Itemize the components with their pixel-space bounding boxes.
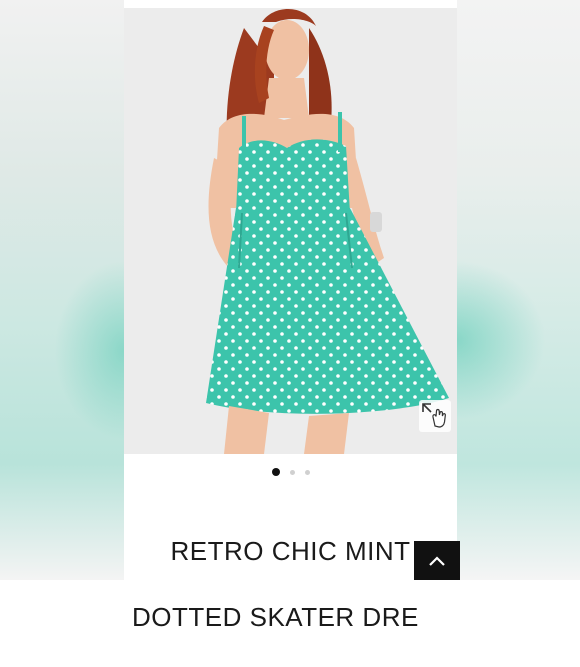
carousel-indicator — [124, 467, 457, 477]
product-title: RETRO CHIC MINT DOTTED SKATER DRE — [124, 502, 457, 667]
blurred-backdrop-left — [0, 0, 124, 580]
scroll-to-top-button[interactable] — [414, 541, 460, 580]
product-title-line-1: RETRO CHIC MINT — [170, 536, 411, 566]
product-title-line-2: DOTTED SKATER DRE — [132, 602, 419, 632]
product-image[interactable] — [124, 8, 457, 454]
blurred-backdrop-right — [456, 0, 580, 580]
dress-illustration — [124, 8, 457, 454]
carousel-dot-2[interactable] — [289, 469, 295, 475]
expand-with-hand-icon — [422, 403, 446, 428]
chevron-up-icon — [429, 555, 445, 566]
zoom-button[interactable] — [419, 400, 451, 432]
carousel-dot-3[interactable] — [304, 469, 310, 475]
carousel-dot-1[interactable] — [271, 468, 280, 476]
product-card: RETRO CHIC MINT DOTTED SKATER DRE — [124, 0, 457, 632]
